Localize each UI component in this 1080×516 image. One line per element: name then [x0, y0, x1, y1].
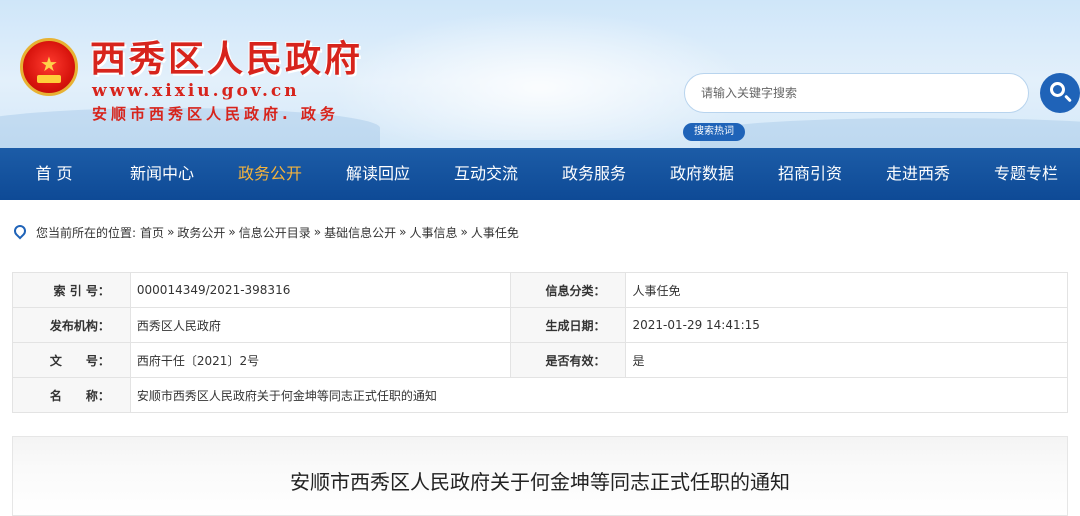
index-value: 000014349/2021-398316	[129, 272, 511, 308]
nav-item-interpretation[interactable]: 解读回应	[324, 148, 432, 200]
search-button[interactable]	[1040, 73, 1080, 113]
breadcrumb-separator: »	[399, 225, 407, 239]
nav-item-about-xixiu[interactable]: 走进西秀	[864, 148, 972, 200]
publisher-value: 西秀区人民政府	[129, 307, 511, 343]
national-emblem-icon[interactable]: ★	[20, 38, 78, 96]
header-decoration	[330, 10, 750, 140]
name-label: 名 称：	[12, 377, 131, 413]
index-label: 索 引 号：	[12, 272, 131, 308]
category-label: 信息分类：	[509, 272, 627, 308]
table-row: 索 引 号： 000014349/2021-398316 信息分类： 人事任免	[12, 272, 1068, 308]
valid-value: 是	[625, 342, 1068, 378]
date-label: 生成日期：	[509, 307, 627, 343]
nav-item-gov-data[interactable]: 政府数据	[648, 148, 756, 200]
article-panel: 安顺市西秀区人民政府关于何金坤等同志正式任职的通知	[12, 436, 1068, 516]
main-nav: 首 页 新闻中心 政务公开 解读回应 互动交流 政务服务 政府数据 招商引资 走…	[0, 148, 1080, 200]
breadcrumb-item-basic-info[interactable]: 基础信息公开	[324, 224, 396, 241]
nav-item-services[interactable]: 政务服务	[540, 148, 648, 200]
nav-item-home[interactable]: 首 页	[0, 148, 108, 200]
valid-label: 是否有效：	[509, 342, 627, 378]
nav-item-gov-affairs[interactable]: 政务公开	[216, 148, 324, 200]
document-info-table: 索 引 号： 000014349/2021-398316 信息分类： 人事任免 …	[12, 272, 1069, 413]
location-pin-icon	[11, 222, 29, 240]
table-row: 发布机构： 西秀区人民政府 生成日期： 2021-01-29 14:41:15	[12, 307, 1068, 343]
nav-item-investment[interactable]: 招商引资	[756, 148, 864, 200]
name-value: 安顺市西秀区人民政府关于何金坤等同志正式任职的通知	[129, 377, 1069, 413]
docno-value: 西府干任〔2021〕2号	[129, 342, 511, 378]
breadcrumb-item-gov-affairs[interactable]: 政务公开	[177, 224, 225, 241]
breadcrumb-item-personnel-info[interactable]: 人事信息	[409, 224, 457, 241]
breadcrumb-item-home[interactable]: 首页	[140, 224, 164, 241]
docno-label: 文 号：	[12, 342, 131, 378]
breadcrumb-separator: »	[167, 225, 175, 239]
breadcrumb-prefix: 您当前所在的位置:	[36, 225, 137, 240]
search-input[interactable]	[684, 73, 1029, 113]
hot-search-button[interactable]: 搜索热词	[683, 123, 745, 141]
site-name[interactable]: 西秀区人民政府	[90, 36, 363, 82]
table-row: 文 号： 西府干任〔2021〕2号 是否有效： 是	[12, 342, 1068, 378]
category-value: 人事任免	[625, 272, 1068, 308]
nav-item-special-topics[interactable]: 专题专栏	[972, 148, 1080, 200]
breadcrumb-item-catalog[interactable]: 信息公开目录	[239, 224, 311, 241]
header-hill	[700, 118, 1080, 148]
breadcrumb-separator: »	[460, 225, 468, 239]
breadcrumb-item-appointments[interactable]: 人事任免	[471, 224, 519, 241]
nav-item-news[interactable]: 新闻中心	[108, 148, 216, 200]
table-row: 名 称： 安顺市西秀区人民政府关于何金坤等同志正式任职的通知	[12, 377, 1069, 413]
breadcrumb: 您当前所在的位置: 首页 » 政务公开 » 信息公开目录 » 基础信息公开 » …	[11, 222, 519, 242]
site-subtitle: 安顺市西秀区人民政府. 政务	[92, 105, 339, 123]
site-domain: www.xixiu.gov.cn	[92, 81, 300, 101]
nav-item-interaction[interactable]: 互动交流	[432, 148, 540, 200]
date-value: 2021-01-29 14:41:15	[625, 307, 1068, 343]
search-icon	[1050, 82, 1065, 97]
publisher-label: 发布机构：	[12, 307, 131, 343]
breadcrumb-separator: »	[228, 225, 236, 239]
article-title: 安顺市西秀区人民政府关于何金坤等同志正式任职的通知	[290, 470, 790, 494]
breadcrumb-separator: »	[313, 225, 322, 239]
site-header: ★ 西秀区人民政府 www.xixiu.gov.cn 安顺市西秀区人民政府. 政…	[0, 0, 1080, 148]
